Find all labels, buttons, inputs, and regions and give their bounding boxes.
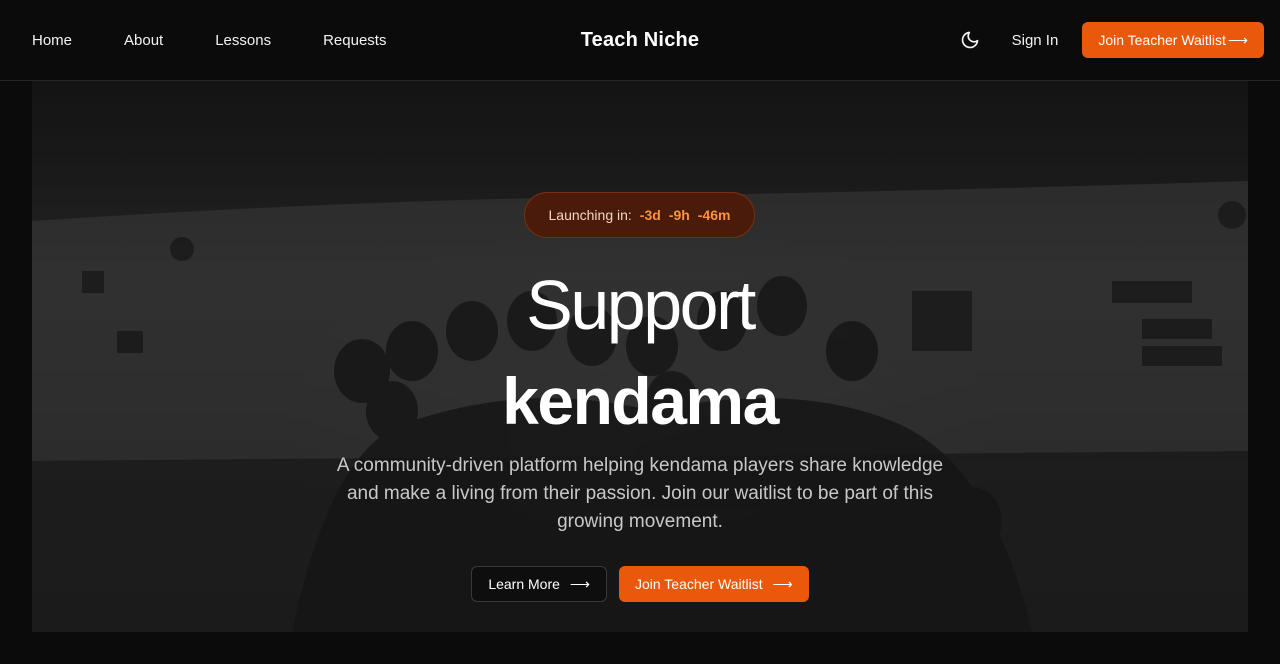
main-nav: Home About Lessons Requests	[32, 0, 386, 80]
hero-dark-overlay	[32, 81, 1248, 632]
nav-link-requests[interactable]: Requests	[323, 32, 386, 49]
moon-icon	[961, 31, 978, 49]
arrow-right-icon: ⟶	[772, 575, 793, 592]
learn-more-label: Learn More	[488, 576, 560, 592]
nav-link-lessons[interactable]: Lessons	[215, 32, 271, 49]
learn-more-button[interactable]: Learn More ⟶	[471, 566, 607, 602]
join-waitlist-nav-label: Join Teacher Waitlist	[1098, 32, 1226, 48]
hero-headline-line1: Support	[526, 266, 756, 344]
top-navbar: Home About Lessons Requests Teach Niche …	[0, 0, 1280, 81]
brand-logo-text[interactable]: Teach Niche	[581, 29, 700, 52]
sign-in-link[interactable]: Sign In	[1012, 32, 1059, 49]
hero-button-group: Learn More ⟶ Join Teacher Waitlist ⟶	[32, 566, 1248, 602]
launch-countdown-badge: Launching in: -3d -9h -46m	[524, 192, 755, 238]
arrow-right-icon: ⟶	[1227, 31, 1248, 48]
countdown-minutes: -46m	[697, 207, 731, 223]
join-waitlist-hero-button[interactable]: Join Teacher Waitlist ⟶	[618, 566, 809, 602]
join-waitlist-hero-label: Join Teacher Waitlist	[634, 576, 763, 592]
hero-headline-line2: kendama	[502, 364, 779, 438]
nav-link-about[interactable]: About	[124, 32, 163, 49]
join-waitlist-nav-button[interactable]: Join Teacher Waitlist ⟶	[1082, 22, 1264, 58]
hero-section: Launching in: -3d -9h -46m Support kenda…	[32, 81, 1248, 632]
hero-description: A community-driven platform helping kend…	[336, 455, 944, 532]
countdown-days: -3d	[639, 207, 661, 223]
nav-link-home[interactable]: Home	[32, 32, 72, 49]
arrow-right-icon: ⟶	[569, 575, 590, 592]
nav-actions: Sign In Join Teacher Waitlist ⟶	[958, 22, 1264, 58]
countdown-hours: -9h	[668, 207, 690, 223]
countdown-label: Launching in:	[548, 207, 632, 223]
theme-toggle-button[interactable]	[958, 28, 982, 52]
